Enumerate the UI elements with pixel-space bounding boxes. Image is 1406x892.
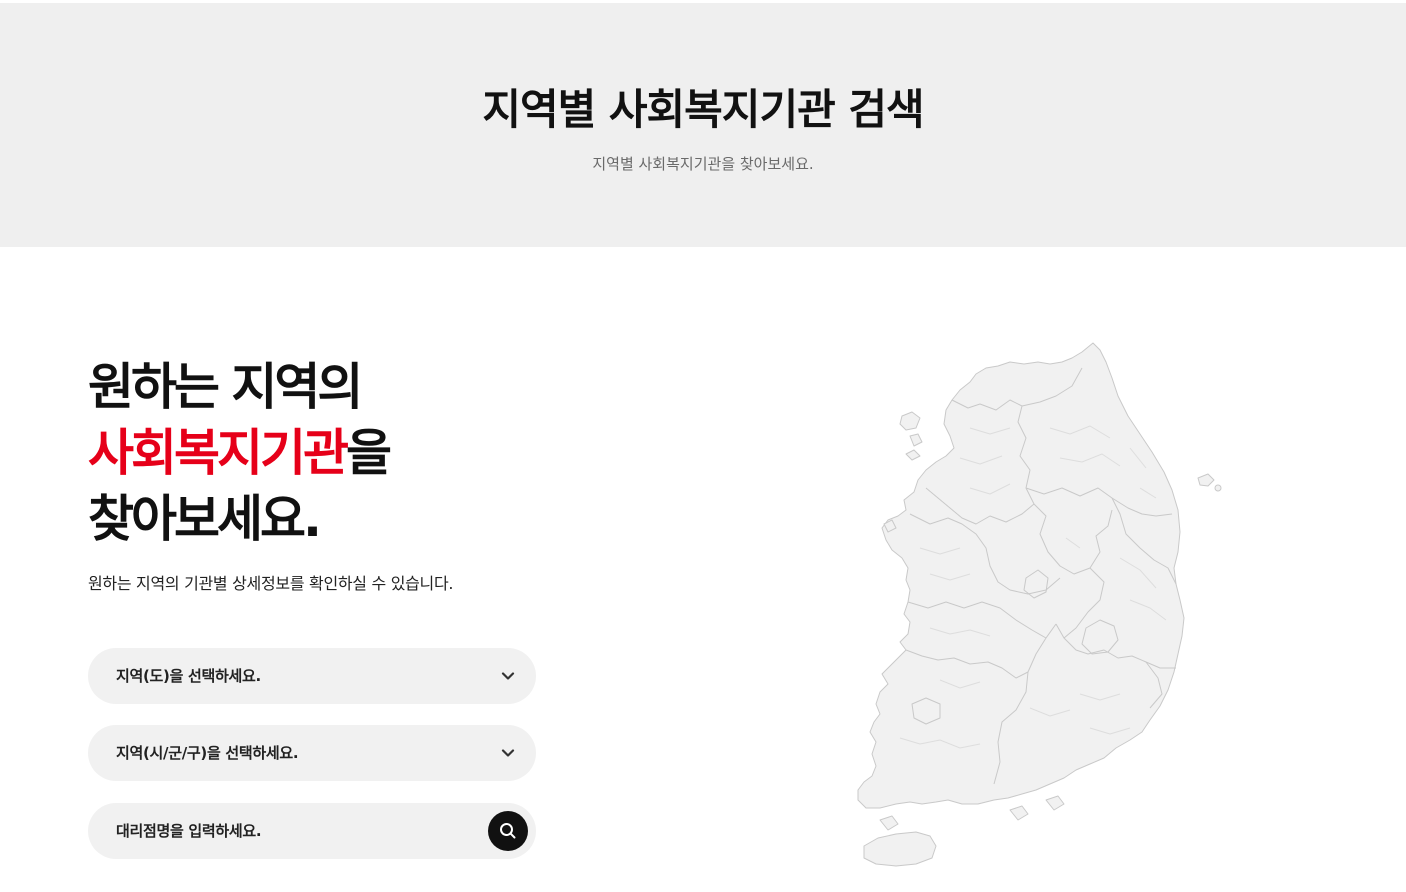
- map-region-ulleungdo[interactable]: [1197, 473, 1215, 487]
- map-region-dokdo[interactable]: [1214, 484, 1222, 492]
- korea-map-svg: [857, 342, 1222, 867]
- map-region-ganghwa-island: [899, 411, 921, 431]
- page-header: 지역별 사회복지기관 검색 지역별 사회복지기관을 찾아보세요.: [0, 3, 1406, 247]
- map-region-western-islet-1: [909, 433, 923, 447]
- district-select[interactable]: 지역(시/군/구)을 선택하세요.: [88, 725, 536, 781]
- headline-highlight: 사회복지기관: [88, 424, 349, 482]
- chevron-down-icon: [501, 749, 515, 757]
- province-select[interactable]: 지역(도)을 선택하세요.: [88, 648, 536, 704]
- map-region-southern-island-2: [1009, 805, 1029, 821]
- map-region-southern-island-3: [1045, 795, 1065, 811]
- headline-line-3: 찾아보세요.: [88, 490, 322, 548]
- headline-line-1: 원하는 지역의: [88, 358, 363, 416]
- headline-line-2: 사회복지기관을: [88, 420, 392, 486]
- chevron-down-icon: [501, 672, 515, 680]
- map-region-jeju[interactable]: [863, 831, 937, 867]
- page: 지역별 사회복지기관 검색 지역별 사회복지기관을 찾아보세요. 원하는 지역의…: [0, 0, 1406, 892]
- search-button[interactable]: [488, 811, 528, 851]
- headline-line-2-rest: 을: [346, 424, 392, 482]
- intro-headline: 원하는 지역의 사회복지기관을 찾아보세요.: [88, 354, 392, 552]
- map-region-mainland[interactable]: [857, 342, 1185, 809]
- branch-search-field[interactable]: 대리점명을 입력하세요.: [88, 803, 536, 859]
- map-region-southern-island-1: [879, 815, 899, 831]
- search-icon: [500, 823, 516, 839]
- map-region-western-islet-2: [905, 449, 921, 461]
- page-subtitle: 지역별 사회복지기관을 찾아보세요.: [592, 155, 814, 173]
- province-select-label: 지역(도)을 선택하세요.: [116, 667, 261, 685]
- branch-search-input[interactable]: 대리점명을 입력하세요.: [116, 803, 262, 859]
- korea-region-map[interactable]: [850, 338, 1230, 878]
- page-title: 지역별 사회복지기관 검색: [482, 85, 924, 134]
- district-select-label: 지역(시/군/구)을 선택하세요.: [116, 744, 299, 762]
- intro-description: 원하는 지역의 기관별 상세정보를 확인하실 수 있습니다.: [88, 574, 454, 593]
